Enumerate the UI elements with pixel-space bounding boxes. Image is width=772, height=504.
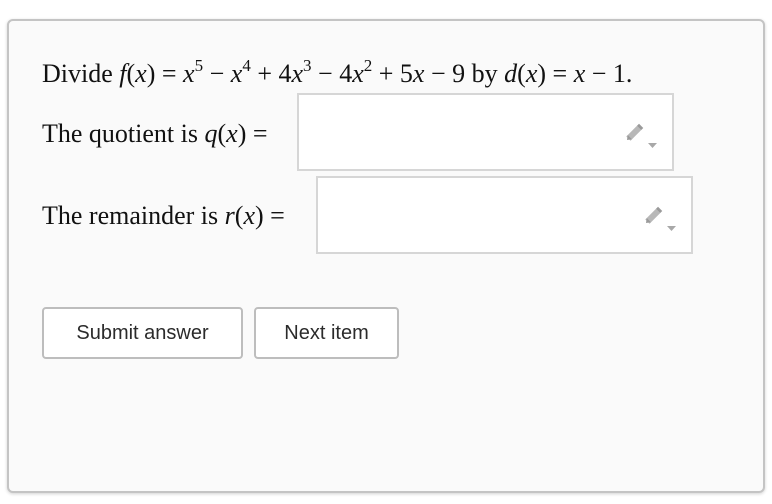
submit-answer-button[interactable]: Submit answer [42,307,243,359]
question-text: Divide f(x) = x5 − x4 + 4x3 − 4x2 + 5x −… [42,56,633,89]
pencil-dropdown-icon[interactable] [643,204,677,234]
quotient-label: The quotient is q(x) = [42,119,268,148]
f-args: (x) = [126,59,184,88]
quotient-input[interactable] [297,93,674,171]
question-card: Divide f(x) = x5 − x4 + 4x3 − 4x2 + 5x −… [7,19,765,493]
remainder-label: The remainder is r(x) = [42,201,285,230]
d-args: (x) = [517,59,574,88]
f-name: f [119,59,127,88]
d-name: d [504,59,518,88]
remainder-input[interactable] [316,176,693,254]
next-item-button[interactable]: Next item [254,307,399,359]
pencil-dropdown-icon[interactable] [624,121,658,151]
d-expression: x − 1. [573,59,633,88]
f-expression: x5 − x4 + 4x3 − 4x2 + 5x − 9 [183,56,466,88]
question-prefix: Divide [42,59,120,88]
by-word: by [465,59,505,88]
